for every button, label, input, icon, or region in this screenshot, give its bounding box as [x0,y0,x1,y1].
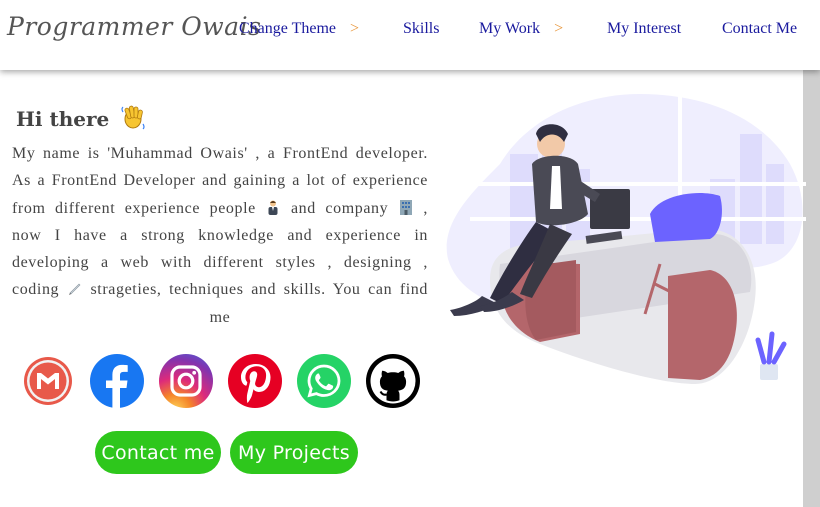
pen-icon [68,284,81,296]
facebook-icon[interactable] [90,354,144,408]
waving-hand-icon [121,105,145,130]
nav-my-work[interactable]: My Work > [479,20,563,38]
contact-me-button[interactable]: Contact me [95,431,221,474]
chevron-right-icon: > [554,20,564,37]
nav-my-work-label: My Work [479,20,541,37]
office-worker-icon [268,200,278,215]
plant [755,331,787,380]
top-navbar: Programmer Owais Change Theme > Skills My… [0,0,820,70]
bio-text-2: and company [290,199,389,217]
office-building-icon [399,199,412,215]
pinterest-icon[interactable] [228,354,282,408]
nav-change-theme-label: Change Theme [239,20,337,37]
github-icon[interactable] [366,354,420,408]
chevron-right-icon: > [350,20,360,37]
site-logo[interactable]: Programmer Owais [7,12,261,41]
developer-illustration [446,84,806,384]
nav-change-theme[interactable]: Change Theme > [239,20,359,38]
instagram-icon[interactable] [159,354,213,408]
greeting-text: Hi there [16,107,110,131]
bio-paragraph: My name is 'Muhammad Owais' , a FrontEnd… [12,140,428,331]
gmail-icon[interactable] [21,354,75,408]
nav-skills[interactable]: Skills [403,20,439,38]
whatsapp-icon[interactable] [297,354,351,408]
my-projects-button[interactable]: My Projects [230,431,358,474]
greeting-heading: Hi there [16,104,146,131]
nav-contact-me[interactable]: Contact Me [722,20,797,38]
nav-my-interest[interactable]: My Interest [607,20,681,38]
bio-text-4: strageties, techniques and skills. You c… [90,281,428,326]
